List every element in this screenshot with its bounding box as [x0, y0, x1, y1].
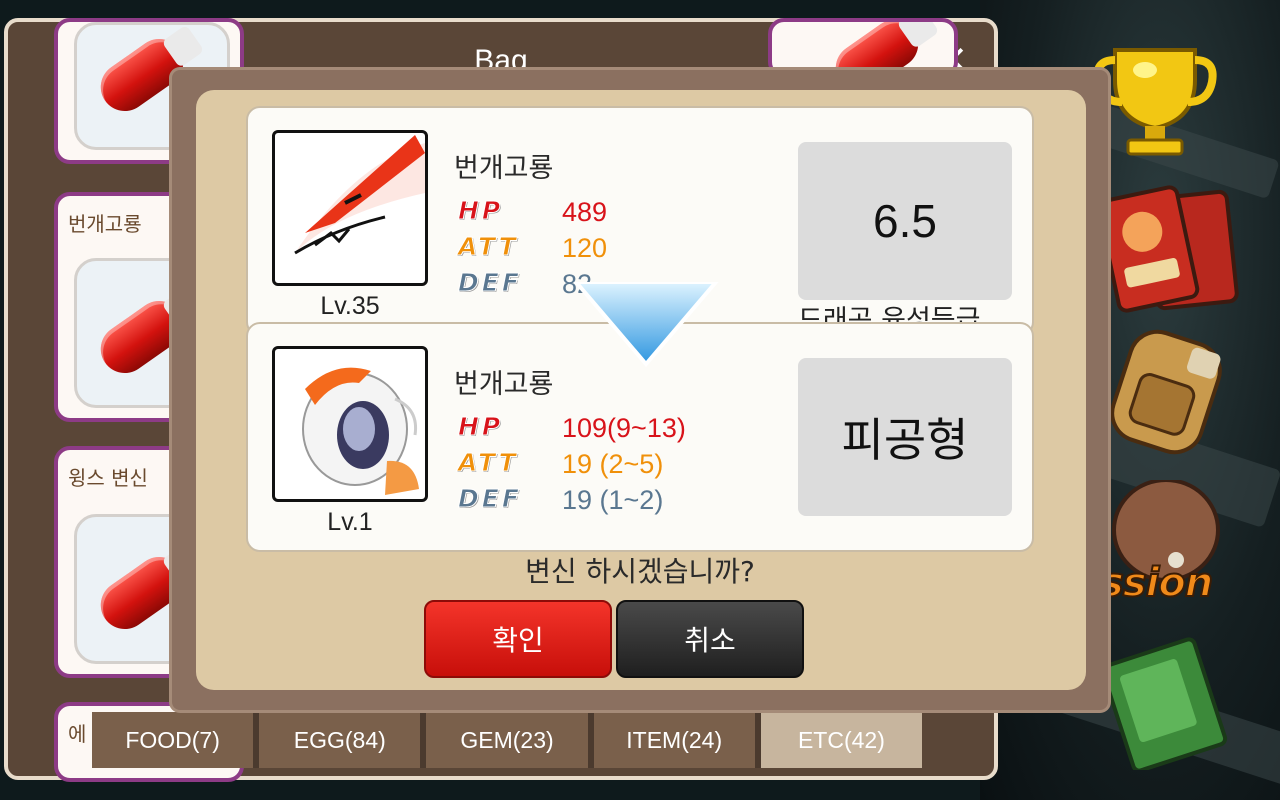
stat-label: DEF: [458, 484, 522, 514]
trophy-icon[interactable]: [1090, 40, 1220, 160]
stat-label: ATT: [458, 232, 519, 262]
tab-gem[interactable]: GEM(23): [426, 712, 594, 768]
tab-item[interactable]: ITEM(24): [593, 712, 761, 768]
dragon-level: Lv.1: [327, 508, 373, 536]
stat-value: 19 (2~5): [562, 449, 664, 479]
mission-label: ssion: [1099, 559, 1214, 607]
dragon-level: Lv.35: [320, 292, 380, 320]
bag-item-label: 윙스 변신: [68, 466, 148, 490]
stat-value: 109(9~13): [562, 413, 686, 443]
confirm-button[interactable]: 확인: [424, 600, 612, 678]
dragon-portrait: [272, 130, 428, 286]
transform-question: 변신 하시겠습니까?: [525, 555, 755, 588]
dragon-name: 번개고룡: [454, 153, 554, 184]
tab-etc[interactable]: ETC(42): [760, 712, 923, 768]
bag-item-label: 번개고룡: [68, 212, 142, 236]
stat-label: DEF: [458, 268, 522, 298]
arrow-down-icon: [573, 282, 719, 368]
stat-label: HP: [457, 196, 504, 226]
bag-item-label: 에: [68, 722, 87, 746]
transform-dialog: Lv.35 번개고룡 HP 489 ATT 120 DEF 82 6.5 드래곤…: [172, 70, 1108, 710]
stat-value: 489: [562, 197, 608, 227]
backpack-icon[interactable]: [1102, 320, 1232, 460]
grade-value: 6.5: [873, 195, 937, 247]
stat-value: 19 (1~2): [562, 485, 664, 515]
type-value-box: 피공형: [798, 358, 1012, 516]
bag-item-card[interactable]: [768, 18, 958, 78]
stat-label: ATT: [458, 448, 519, 478]
mission-icon[interactable]: ssion: [1096, 478, 1246, 620]
book-of-dragons-icon[interactable]: [1100, 630, 1240, 773]
type-value: 피공형: [841, 413, 969, 467]
stat-value: 120: [562, 233, 608, 263]
card-deck-icon[interactable]: [1096, 185, 1240, 315]
stat-label: HP: [457, 412, 504, 442]
bag-tabs: FOOD(7) EGG(84) GEM(23) ITEM(24) ETC(42): [92, 712, 923, 768]
dragon-name: 번개고룡: [454, 369, 554, 400]
dragon-portrait: [272, 346, 428, 502]
tab-food[interactable]: FOOD(7): [92, 712, 260, 768]
tab-egg[interactable]: EGG(84): [259, 712, 427, 768]
grade-value-box: 6.5: [798, 142, 1012, 300]
cancel-button[interactable]: 취소: [616, 600, 804, 678]
